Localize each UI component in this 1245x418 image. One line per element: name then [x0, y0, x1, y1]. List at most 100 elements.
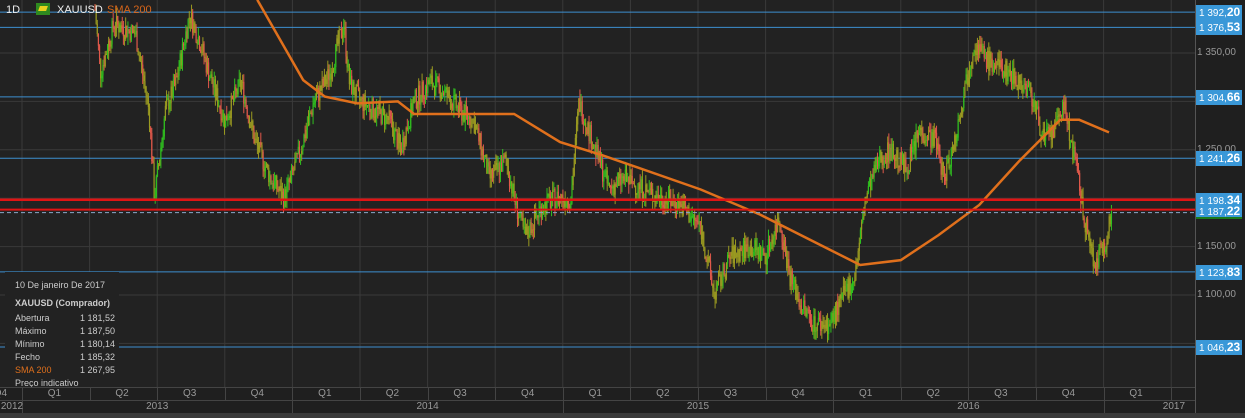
candle-body [519, 216, 521, 218]
price-level-label[interactable]: 1 392,20 [1196, 5, 1242, 21]
candle-body [1109, 216, 1111, 225]
year-label: 2014 [416, 401, 439, 412]
price-level-label[interactable]: 1 304,66 [1196, 89, 1242, 105]
candle-body [122, 28, 124, 37]
quarter-label: Q2 [385, 388, 400, 399]
candle-body [419, 85, 421, 105]
candle-body [203, 43, 205, 57]
quarter-label: Q4 [520, 388, 535, 399]
candle-body [486, 155, 488, 174]
candle-body [592, 147, 595, 149]
candle-body [386, 114, 388, 118]
candle-body [357, 86, 360, 90]
candle-body [758, 245, 760, 260]
candle-body [424, 86, 427, 100]
candle-body [222, 113, 224, 119]
candle-body [809, 314, 812, 320]
candle-body [470, 125, 472, 127]
price-level-label[interactable]: 1 187,22 [1196, 203, 1242, 219]
candle-body [645, 184, 647, 199]
candle-body [555, 201, 557, 209]
candle-body [748, 254, 750, 257]
candle-body [755, 240, 757, 251]
candle-body [502, 156, 504, 172]
candle-body [749, 245, 751, 255]
candle-body [627, 176, 629, 182]
candle-body [920, 127, 922, 131]
candle-body [767, 239, 770, 255]
candle-body [428, 80, 430, 84]
price-level-label[interactable]: 1 241,26 [1196, 151, 1242, 167]
candle-body [1110, 211, 1113, 225]
candle-body [698, 221, 700, 225]
candle-body [396, 131, 398, 149]
symbol-label[interactable]: XAUUSD [57, 4, 103, 16]
candle-body [895, 158, 897, 161]
candle-body [866, 192, 868, 198]
candle-body [830, 321, 832, 325]
candle-body [1083, 217, 1085, 224]
candle-body [381, 107, 383, 124]
candle-body [884, 160, 887, 162]
candle-body [456, 106, 458, 109]
candle-body [160, 147, 162, 160]
candle-body [321, 78, 323, 91]
year-axis: 2012 2013 2014 2015 2016 2017 [0, 400, 1195, 414]
candle-body [981, 47, 983, 51]
candle-body [1002, 71, 1005, 77]
candle-body [508, 176, 511, 187]
price-level-label[interactable]: 1 046,23 [1196, 340, 1242, 356]
candle-body [930, 131, 932, 148]
candle-body [614, 184, 616, 195]
candle-body [441, 92, 444, 96]
candle-body [479, 133, 481, 142]
candle-body [313, 102, 315, 105]
candle-body [255, 138, 257, 140]
candle-body [543, 212, 545, 214]
candle-body [221, 118, 223, 121]
timeframe-label[interactable]: 1D [6, 4, 20, 16]
candle-body [268, 167, 270, 183]
candle-body [125, 25, 127, 39]
candle-body [140, 60, 143, 65]
candle-body [715, 288, 717, 300]
candle-body [980, 44, 982, 51]
candle-body [868, 178, 871, 187]
candle-body [427, 80, 429, 94]
candle-body [123, 36, 126, 39]
price-level-label[interactable]: 1 376,53 [1196, 20, 1242, 36]
candle-body [261, 144, 263, 152]
candle-body [690, 216, 692, 221]
candle-body [885, 161, 888, 163]
candle-body [629, 174, 631, 185]
candle-body [369, 104, 371, 113]
candle-body [995, 65, 997, 68]
candle-body [213, 79, 215, 88]
sma-legend[interactable]: SMA 200 [107, 4, 152, 16]
candle-body [828, 324, 830, 335]
candle-body [867, 186, 870, 193]
candle-body [236, 90, 238, 95]
candle-body [841, 293, 843, 299]
candle-body [312, 104, 314, 115]
candle-body [1026, 85, 1029, 97]
candle-body [816, 323, 818, 331]
candle-body [947, 157, 949, 163]
price-chart[interactable] [0, 0, 1195, 387]
candle-body [557, 191, 559, 205]
candle-body [113, 27, 115, 30]
candle-body [1058, 114, 1060, 117]
candle-body [873, 164, 875, 178]
candle-body [1037, 106, 1039, 109]
candle-body [907, 170, 909, 174]
candle-body [1077, 171, 1080, 174]
candle-body [421, 81, 423, 103]
price-level-label[interactable]: 1 123,83 [1196, 264, 1242, 280]
candle-body [159, 159, 161, 166]
candle-body [238, 79, 240, 81]
candle-body [1017, 75, 1019, 90]
candle-body [98, 45, 101, 59]
candle-body [276, 175, 278, 190]
candle-body [1075, 156, 1077, 159]
candle-body [210, 74, 212, 78]
